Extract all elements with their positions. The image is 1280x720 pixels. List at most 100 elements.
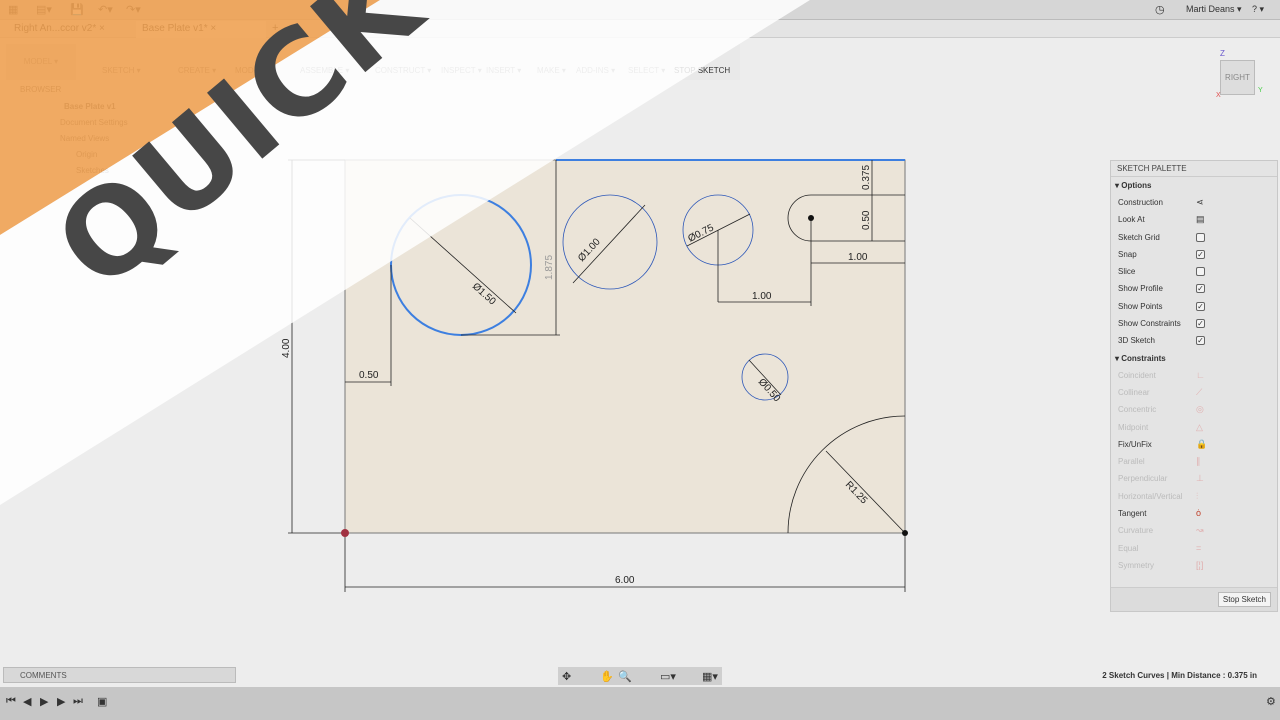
option-label: Construction xyxy=(1118,198,1163,207)
option-label: Show Constraints xyxy=(1118,319,1181,329)
constraint-icon: ↝ xyxy=(1196,525,1204,536)
constraint-label: Horizontal/Vertical xyxy=(1118,491,1183,501)
option-label: 3D Sketch xyxy=(1118,336,1155,346)
dim-height[interactable]: 4.00 xyxy=(281,338,292,358)
dim-y1875[interactable]: 1.875 xyxy=(544,255,555,280)
constraint-midpoint[interactable]: Midpoint △ xyxy=(1111,419,1277,436)
checkbox[interactable]: ✓ xyxy=(1196,336,1205,346)
option-snap[interactable]: Snap ✓ xyxy=(1111,246,1277,263)
options-section-toggle[interactable]: ▾ Options xyxy=(1111,177,1277,194)
dim-y050[interactable]: 0.50 xyxy=(861,210,872,230)
constraint-icon: ȯ xyxy=(1196,508,1202,519)
checkbox[interactable]: ✓ xyxy=(1196,319,1205,329)
constraint-icon: △ xyxy=(1196,421,1203,432)
constraints-title: Constraints xyxy=(1121,353,1166,363)
constraint-icon: ∥ xyxy=(1196,456,1201,467)
constraint-curvature[interactable]: Curvature ↝ xyxy=(1111,522,1277,539)
option-show-constraints[interactable]: Show Constraints ✓ xyxy=(1111,315,1277,332)
slot-center-point[interactable] xyxy=(808,215,814,221)
plate-profile[interactable] xyxy=(344,159,906,534)
dim-y0375[interactable]: 0.375 xyxy=(861,165,872,190)
option-3d-sketch[interactable]: 3D Sketch ✓ xyxy=(1111,332,1277,349)
constraint-label: Parallel xyxy=(1118,457,1145,467)
option-show-points[interactable]: Show Points ✓ xyxy=(1111,298,1277,315)
option-look-at[interactable]: Look At ▤ xyxy=(1111,211,1277,228)
stop-sketch-palette-button[interactable]: Stop Sketch xyxy=(1217,592,1271,607)
dim-x100b[interactable]: 1.00 xyxy=(848,252,868,263)
constraint-perpendicular[interactable]: Perpendicular ⊥ xyxy=(1111,470,1277,487)
option-slice[interactable]: Slice xyxy=(1111,263,1277,280)
checkbox[interactable] xyxy=(1196,267,1205,277)
constraint-label: Fix/UnFix xyxy=(1118,439,1152,449)
construction-icon[interactable]: ⋖ xyxy=(1196,194,1204,211)
constraint-coincident[interactable]: Coincident ∟ xyxy=(1111,367,1277,384)
display-settings-icon[interactable]: ▭▾ xyxy=(660,670,676,683)
constraint-label: Symmetry xyxy=(1118,560,1154,570)
constraint-icon: ⫶ xyxy=(1196,490,1199,501)
constraint-icon: ⊥ xyxy=(1196,473,1204,484)
option-label: Sketch Grid xyxy=(1118,232,1160,242)
constraint-label: Tangent xyxy=(1118,509,1147,519)
last-step-icon[interactable]: ⏭ xyxy=(73,695,83,708)
constraint-label: Midpoint xyxy=(1118,422,1149,432)
comments-panel[interactable]: COMMENTS xyxy=(3,667,236,683)
dim-width[interactable]: 6.00 xyxy=(615,575,635,586)
first-step-icon[interactable]: ⏮ xyxy=(6,695,16,708)
checkbox[interactable]: ✓ xyxy=(1196,301,1205,311)
option-construction[interactable]: Construction ⋖ xyxy=(1111,194,1277,211)
constraint-icon: = xyxy=(1196,542,1202,553)
constraint-icon: [¦] xyxy=(1196,559,1204,570)
constraint-icon: ∟ xyxy=(1196,369,1205,380)
constraint-label: Collinear xyxy=(1118,387,1150,397)
look-at-icon[interactable]: ▤ xyxy=(1196,211,1205,228)
status-text: 2 Sketch Curves | Min Distance : 0.375 i… xyxy=(1102,671,1257,680)
option-show-profile[interactable]: Show Profile ✓ xyxy=(1111,280,1277,297)
constraint-symmetry[interactable]: Symmetry [¦] xyxy=(1111,557,1277,574)
constraint-label: Equal xyxy=(1118,543,1139,553)
constraint-icon: 🔒 xyxy=(1196,438,1208,449)
constraint-fix-unfix[interactable]: Fix/UnFix 🔒 xyxy=(1111,436,1277,453)
palette-title: SKETCH PALETTE xyxy=(1111,161,1277,177)
constraint-label: Perpendicular xyxy=(1118,474,1168,484)
option-label: Show Profile xyxy=(1118,284,1163,294)
checkbox[interactable]: ✓ xyxy=(1196,284,1205,294)
grid-settings-icon[interactable]: ▦▾ xyxy=(702,670,718,683)
corner-point[interactable] xyxy=(902,530,908,536)
constraint-label: Concentric xyxy=(1118,405,1157,415)
orbit-icon[interactable]: ✥ xyxy=(562,670,571,683)
option-label: Slice xyxy=(1118,267,1136,277)
option-sketch-grid[interactable]: Sketch Grid xyxy=(1111,229,1277,246)
dim-x050[interactable]: 0.50 xyxy=(359,370,379,381)
checkbox[interactable] xyxy=(1196,232,1205,242)
previous-step-icon[interactable]: ◀ xyxy=(23,695,31,708)
sketch-palette: SKETCH PALETTE ▾ Options Construction ⋖ Lo… xyxy=(1110,160,1278,612)
next-step-icon[interactable]: ▶ xyxy=(57,695,65,708)
timeline-sketch-feature-icon[interactable]: ▣ xyxy=(97,695,107,708)
constraint-horizontal-vertical[interactable]: Horizontal/Vertical ⫶ xyxy=(1111,488,1277,505)
options-title: Options xyxy=(1121,181,1152,190)
constraint-parallel[interactable]: Parallel ∥ xyxy=(1111,453,1277,470)
timeline: ⏮ ◀ ▶ ▶ ⏭ ▣ ⚙ xyxy=(0,687,1280,720)
option-label: Show Points xyxy=(1118,301,1163,311)
navigation-bar: ✥ ✋ 🔍 ▭▾ ▦▾ xyxy=(558,667,722,685)
constraint-concentric[interactable]: Concentric ◎ xyxy=(1111,401,1277,418)
play-icon[interactable]: ▶ xyxy=(40,695,48,708)
pan-icon[interactable]: ✋ xyxy=(600,670,614,683)
option-label: Look At xyxy=(1118,215,1145,225)
constraint-label: Curvature xyxy=(1118,526,1154,536)
palette-footer: Stop Sketch xyxy=(1111,587,1277,611)
comments-label: COMMENTS xyxy=(20,671,67,680)
dim-x100a[interactable]: 1.00 xyxy=(752,291,772,302)
constraint-tangent[interactable]: Tangent ȯ xyxy=(1111,505,1277,522)
constraint-icon: ⟋ xyxy=(1196,386,1203,397)
constraint-collinear[interactable]: Collinear ⟋ xyxy=(1111,384,1277,401)
zoom-icon[interactable]: 🔍 xyxy=(618,670,632,683)
option-label: Snap xyxy=(1118,249,1137,259)
constraint-equal[interactable]: Equal = xyxy=(1111,540,1277,557)
constraints-section-toggle[interactable]: ▾ Constraints xyxy=(1111,350,1277,367)
timeline-settings-gear-icon[interactable]: ⚙ xyxy=(1266,695,1276,708)
constraint-icon: ◎ xyxy=(1196,404,1204,415)
origin-point[interactable] xyxy=(341,529,349,537)
constraint-label: Coincident xyxy=(1118,370,1156,380)
checkbox[interactable]: ✓ xyxy=(1196,249,1205,259)
